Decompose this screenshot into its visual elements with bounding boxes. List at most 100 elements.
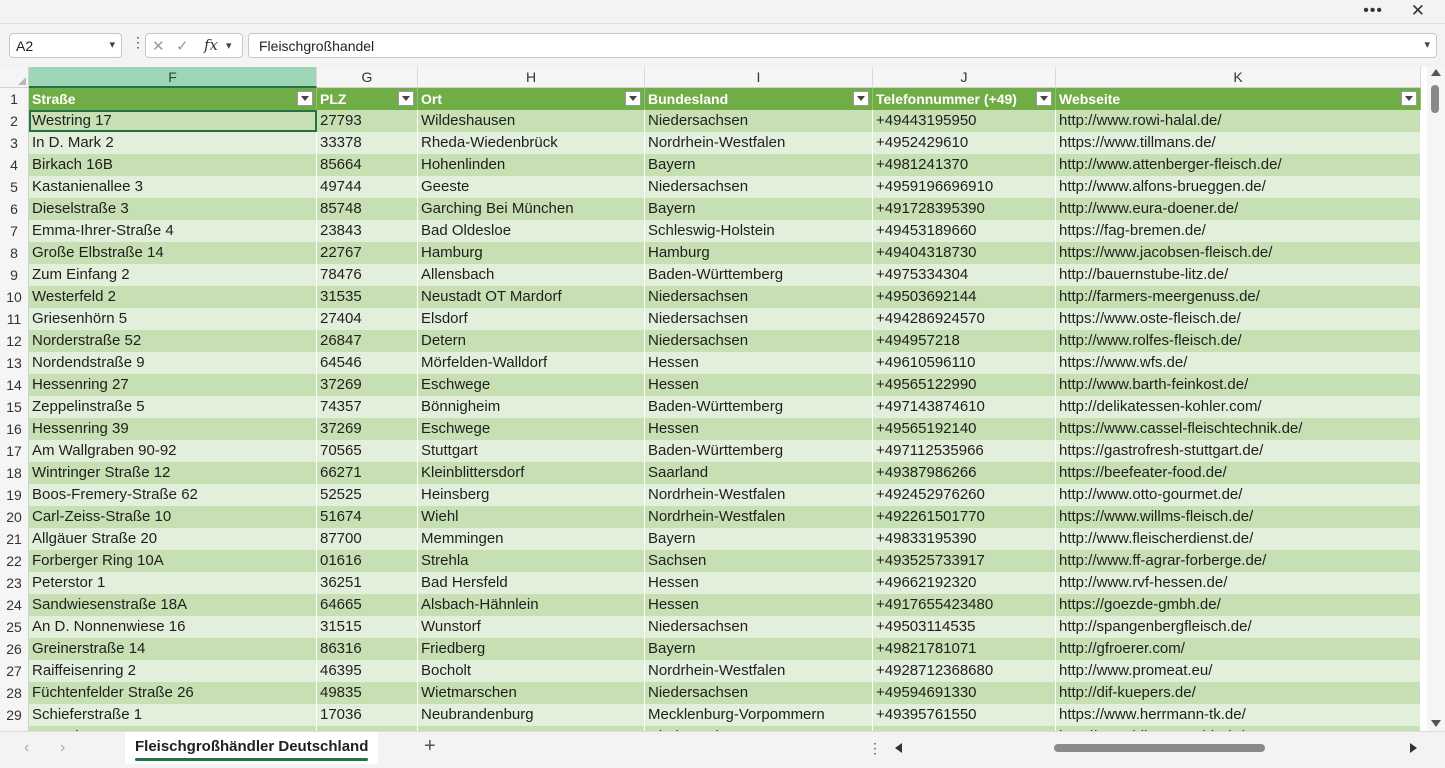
table-cell[interactable]: 78476 [317,264,418,286]
table-cell[interactable]: Zeppelinstraße 5 [29,396,317,418]
table-cell[interactable]: Baden-Württemberg [645,396,873,418]
row-header[interactable]: 28 [0,682,29,704]
table-cell[interactable]: 66271 [317,462,418,484]
row-header[interactable]: 24 [0,594,29,616]
table-cell[interactable]: Elsdorf [418,308,645,330]
row-header[interactable]: 3 [0,132,29,154]
table-cell[interactable]: Hessen [645,374,873,396]
table-cell[interactable]: Niedersachsen [645,616,873,638]
table-cell[interactable]: https://www.tillmans.de/ [1056,132,1421,154]
formula-input[interactable]: Fleischgroßhandel ▾ [248,33,1437,58]
table-cell[interactable]: Baden-Württemberg [645,440,873,462]
column-header-i[interactable]: I [645,67,873,88]
table-cell[interactable]: http://farmers-meergenuss.de/ [1056,286,1421,308]
table-cell[interactable]: http://www.attenberger-fleisch.de/ [1056,154,1421,176]
table-cell[interactable]: +49662192320 [873,572,1056,594]
table-cell[interactable]: 51674 [317,506,418,528]
filter-dropdown-icon[interactable] [853,91,869,106]
table-cell[interactable]: http://delikatessen-kohler.com/ [1056,396,1421,418]
name-box[interactable]: A2 ▾ [9,33,122,58]
row-header[interactable]: 10 [0,286,29,308]
row-header[interactable]: 15 [0,396,29,418]
row-header[interactable]: 16 [0,418,29,440]
vertical-scrollbar[interactable] [1427,67,1445,731]
table-header-cell[interactable]: Straße [29,88,317,110]
table-cell[interactable]: 27793 [317,110,418,132]
table-cell[interactable]: Nordrhein-Westfalen [645,132,873,154]
table-cell[interactable]: +4952429610 [873,132,1056,154]
table-cell[interactable]: Bayern [645,154,873,176]
add-sheet-icon[interactable]: + [424,735,436,758]
table-cell[interactable]: Bad Hersfeld [418,572,645,594]
table-cell[interactable]: +4928712368680 [873,660,1056,682]
table-cell[interactable]: Carl-Zeiss-Straße 10 [29,506,317,528]
table-cell[interactable]: Westerfeld 2 [29,286,317,308]
table-cell[interactable]: Niedersachsen [645,308,873,330]
scroll-up-icon[interactable] [1431,69,1441,76]
table-cell[interactable]: 85748 [317,198,418,220]
row-header[interactable]: 21 [0,528,29,550]
table-cell[interactable]: Hessen [645,572,873,594]
table-cell[interactable]: 37269 [317,374,418,396]
table-cell[interactable]: http://www.eura-doener.de/ [1056,198,1421,220]
row-header[interactable]: 27 [0,660,29,682]
row-header[interactable]: 17 [0,440,29,462]
table-cell[interactable]: 36251 [317,572,418,594]
table-cell[interactable]: Nordrhein-Westfalen [645,660,873,682]
table-cell[interactable]: 74357 [317,396,418,418]
table-cell[interactable]: Griesenhörn 5 [29,308,317,330]
table-cell[interactable]: Kleinblittersdorf [418,462,645,484]
table-cell[interactable]: https://goezde-gmbh.de/ [1056,594,1421,616]
row-header[interactable]: 11 [0,308,29,330]
table-cell[interactable]: 01616 [317,550,418,572]
table-header-cell[interactable]: Webseite [1056,88,1421,110]
table-cell[interactable]: http://spangenbergfleisch.de/ [1056,616,1421,638]
table-cell[interactable]: Kastanienallee 3 [29,176,317,198]
table-cell[interactable]: 49835 [317,682,418,704]
table-cell[interactable]: Niedersachsen [645,330,873,352]
row-header[interactable]: 26 [0,638,29,660]
table-cell[interactable]: 17036 [317,704,418,726]
row-header[interactable]: 5 [0,176,29,198]
table-cell[interactable]: Nordrhein-Westfalen [645,484,873,506]
filter-dropdown-icon[interactable] [297,91,313,106]
table-cell[interactable]: http://www.promeat.eu/ [1056,660,1421,682]
table-header-cell[interactable]: Telefonnummer (+49) [873,88,1056,110]
table-cell[interactable]: Niedersachsen [645,176,873,198]
table-cell[interactable]: http://www.rvf-hessen.de/ [1056,572,1421,594]
table-cell[interactable]: Raiffeisenring 2 [29,660,317,682]
table-cell[interactable]: Eschwege [418,374,645,396]
function-icon[interactable]: fx [204,36,218,54]
row-header[interactable]: 23 [0,572,29,594]
table-cell[interactable]: Baden-Württemberg [645,264,873,286]
scroll-down-icon[interactable] [1431,720,1441,727]
table-cell[interactable]: Hessenring 39 [29,418,317,440]
more-dots-icon[interactable]: ••• [1363,0,1383,22]
vertical-dots-icon[interactable]: ⋮ [131,34,145,51]
table-cell[interactable]: +4975334304 [873,264,1056,286]
filter-dropdown-icon[interactable] [625,91,641,106]
table-cell[interactable]: http://www.otto-gourmet.de/ [1056,484,1421,506]
table-cell[interactable]: +494957218 [873,330,1056,352]
table-cell[interactable]: https://beefeater-food.de/ [1056,462,1421,484]
table-cell[interactable]: Wildeshausen [418,110,645,132]
splitter-dots-icon[interactable]: ⋮ [868,740,882,757]
row-header[interactable]: 25 [0,616,29,638]
table-cell[interactable]: Friedberg [418,638,645,660]
table-cell[interactable]: Hessen [645,594,873,616]
table-cell[interactable]: Garching Bei München [418,198,645,220]
row-header[interactable]: 12 [0,330,29,352]
table-cell[interactable]: Neustadt OT Mardorf [418,286,645,308]
table-cell[interactable]: Stuttgart [418,440,645,462]
table-cell[interactable]: Alsbach-Hähnlein [418,594,645,616]
table-cell[interactable]: Mörfelden-Walldorf [418,352,645,374]
table-cell[interactable]: Hamburg [418,242,645,264]
table-cell[interactable]: +49503114535 [873,616,1056,638]
table-cell[interactable]: Wietmarschen [418,682,645,704]
table-cell[interactable]: Niedersachsen [645,286,873,308]
close-icon[interactable]: ✕ [1411,0,1425,22]
table-header-cell[interactable]: Ort [418,88,645,110]
table-cell[interactable]: Hohenlinden [418,154,645,176]
table-cell[interactable]: Hessen [645,418,873,440]
table-cell[interactable]: https://www.jacobsen-fleisch.de/ [1056,242,1421,264]
